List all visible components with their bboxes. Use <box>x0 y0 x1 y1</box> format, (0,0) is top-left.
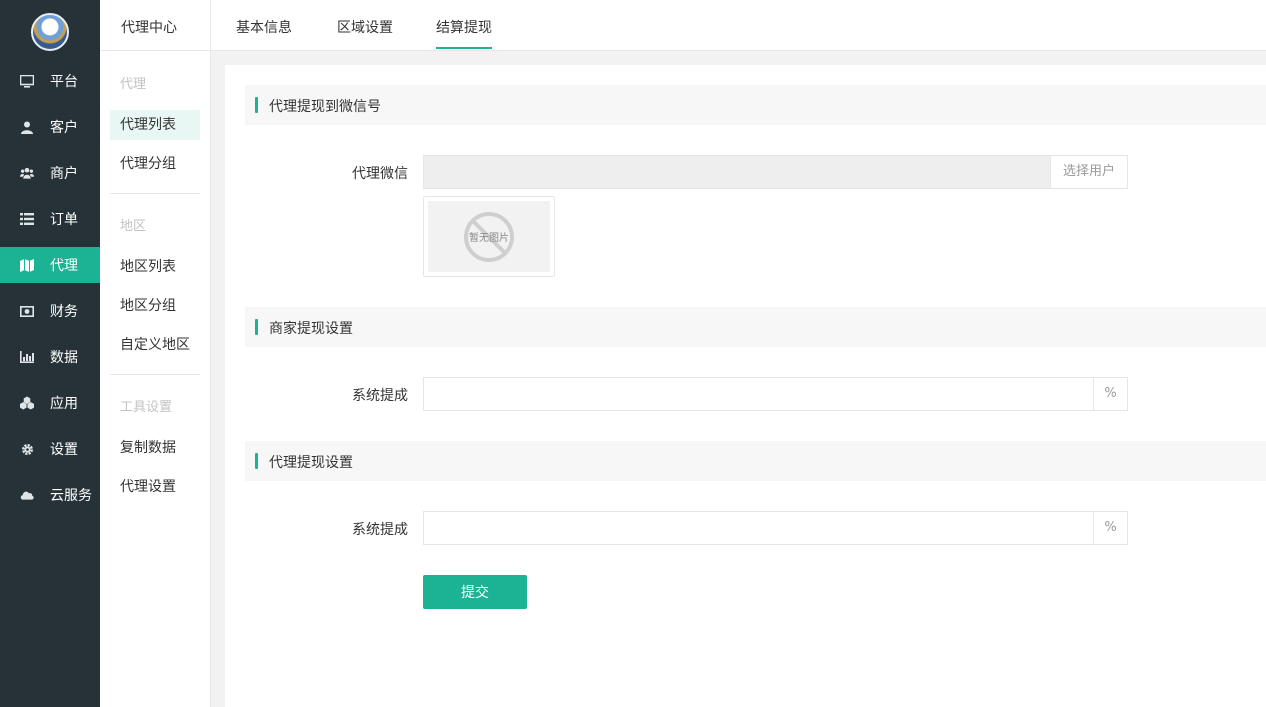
monitor-icon <box>20 74 34 88</box>
tab-settlement-withdraw[interactable]: 结算提现 <box>436 17 492 37</box>
image-placeholder: 暂无图片 <box>428 201 550 272</box>
divider <box>110 374 200 375</box>
wechat-avatar-preview: 暂无图片 <box>423 196 555 277</box>
wechat-field[interactable] <box>424 156 1050 188</box>
nav-item-agent[interactable]: 代理 <box>0 247 100 283</box>
nav-label: 应用 <box>50 396 78 412</box>
sub-group-label: 工具设置 <box>120 400 173 415</box>
logo[interactable] <box>31 13 69 51</box>
sub-sidebar: 代理中心 代理 代理列表 代理分组 地区 地区列表 地区分组 自定义地区 工具设… <box>100 0 211 707</box>
sub-group-label: 代理 <box>120 77 147 92</box>
section-title: 代理提现到微信号 <box>269 99 381 115</box>
nav-item-order[interactable]: 订单 <box>0 201 100 237</box>
nav-label: 商户 <box>50 166 78 182</box>
sub-item-agent-settings[interactable]: 代理设置 <box>110 472 200 502</box>
nav-item-merchant[interactable]: 商户 <box>0 155 100 191</box>
field-label: 系统提成 <box>352 388 408 404</box>
percent-addon: % <box>1093 378 1127 410</box>
section-header: 商家提现设置 <box>245 307 1266 347</box>
tab-basic-info[interactable]: 基本信息 <box>236 17 292 37</box>
section-marker <box>255 97 258 113</box>
user-icon <box>20 120 34 134</box>
select-user-button[interactable]: 选择用户 <box>1050 156 1127 188</box>
section-title: 商家提现设置 <box>269 321 353 337</box>
sub-item-region-list[interactable]: 地区列表 <box>110 252 200 282</box>
main-nav: 平台 客户 商户 订单 代理 财务 数据 应用 设置 云服务 <box>0 0 100 707</box>
section-header: 代理提现到微信号 <box>245 85 1266 125</box>
section-marker <box>255 453 258 469</box>
map-icon <box>20 258 34 272</box>
tab-bar: 基本信息 区域设置 结算提现 <box>211 0 1266 51</box>
agent-rate-input-group: % <box>423 511 1128 545</box>
submit-button[interactable]: 提交 <box>423 575 527 609</box>
section-title: 代理提现设置 <box>269 455 353 471</box>
main-panel: 代理提现到微信号 代理微信 选择用户 暂无图片 商家提现设置 系统提成 % 代理… <box>225 65 1266 707</box>
merchant-rate-field[interactable] <box>424 378 1093 410</box>
bar-chart-icon <box>20 350 34 364</box>
users-icon <box>20 166 34 180</box>
nav-item-customer[interactable]: 客户 <box>0 109 100 145</box>
list-icon <box>20 212 34 226</box>
wechat-input-group: 选择用户 <box>423 155 1128 189</box>
nav-label: 云服务 <box>50 488 92 504</box>
gear-icon <box>20 442 34 456</box>
sub-item-copy-data[interactable]: 复制数据 <box>110 433 200 463</box>
nav-item-finance[interactable]: 财务 <box>0 293 100 329</box>
nav-label: 设置 <box>50 442 78 458</box>
nav-item-platform[interactable]: 平台 <box>0 63 100 99</box>
money-icon <box>20 304 34 318</box>
divider <box>100 50 211 51</box>
sub-sidebar-title: 代理中心 <box>121 20 177 36</box>
section-header: 代理提现设置 <box>245 441 1266 481</box>
sub-item-agent-list[interactable]: 代理列表 <box>110 110 200 140</box>
sub-item-custom-region[interactable]: 自定义地区 <box>110 330 200 360</box>
active-tab-indicator <box>436 47 492 49</box>
nav-label: 代理 <box>50 258 78 274</box>
nav-label: 数据 <box>50 350 78 366</box>
no-image-text: 暂无图片 <box>469 233 509 244</box>
divider <box>110 193 200 194</box>
agent-rate-field[interactable] <box>424 512 1093 544</box>
sub-group-label: 地区 <box>120 219 147 234</box>
nav-label: 订单 <box>50 212 78 228</box>
field-label: 代理微信 <box>352 166 408 182</box>
tab-region-settings[interactable]: 区域设置 <box>337 17 393 37</box>
nav-label: 平台 <box>50 74 78 90</box>
merchant-rate-input-group: % <box>423 377 1128 411</box>
nav-item-apps[interactable]: 应用 <box>0 385 100 421</box>
sub-item-agent-group[interactable]: 代理分组 <box>110 149 200 179</box>
field-label: 系统提成 <box>352 522 408 538</box>
percent-addon: % <box>1093 512 1127 544</box>
sub-item-region-group[interactable]: 地区分组 <box>110 291 200 321</box>
nav-label: 财务 <box>50 304 78 320</box>
nav-item-cloud[interactable]: 云服务 <box>0 477 100 513</box>
nav-item-settings[interactable]: 设置 <box>0 431 100 467</box>
cloud-icon <box>20 488 34 502</box>
nav-item-data[interactable]: 数据 <box>0 339 100 375</box>
cubes-icon <box>20 396 34 410</box>
section-marker <box>255 319 258 335</box>
nav-label: 客户 <box>50 120 78 136</box>
